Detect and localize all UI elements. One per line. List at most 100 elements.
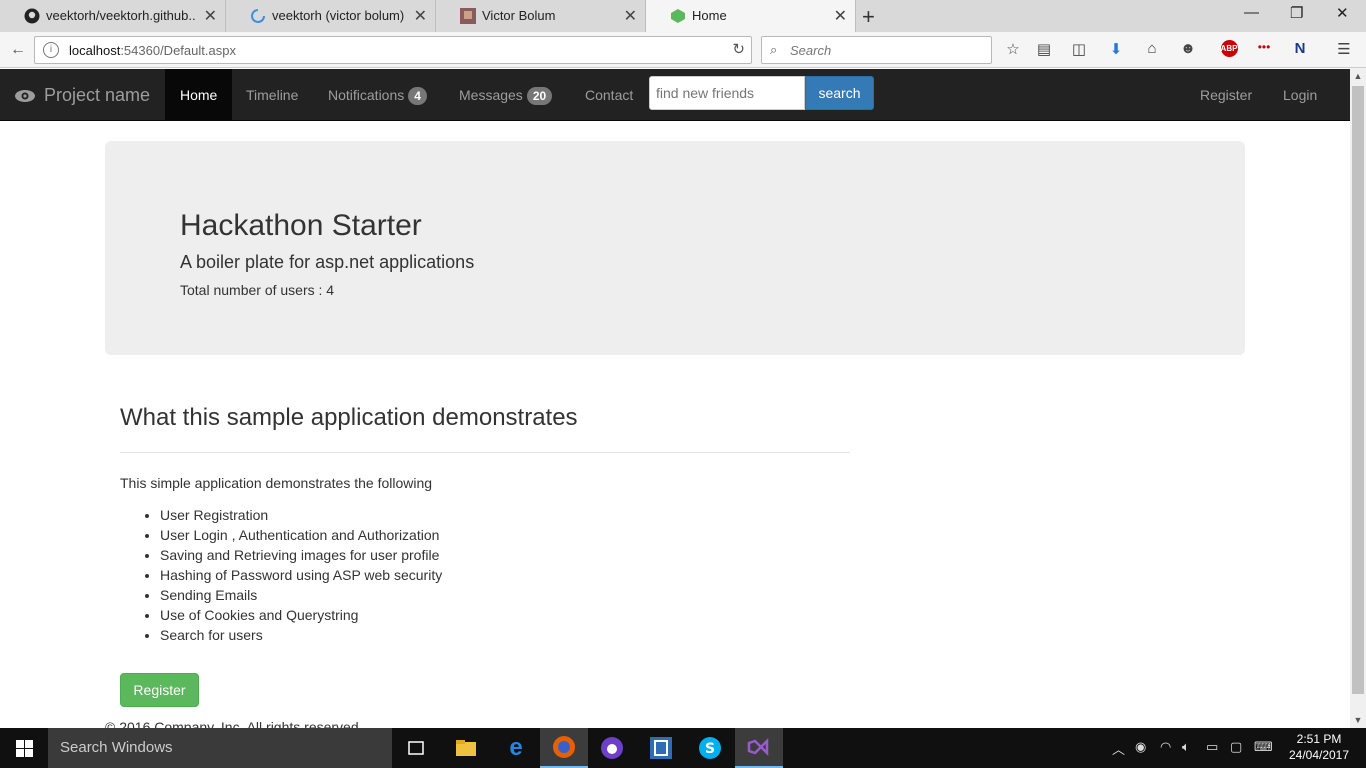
- edge-icon[interactable]: e: [492, 728, 540, 768]
- nav-contact[interactable]: Contact: [570, 69, 648, 121]
- start-button[interactable]: [0, 728, 48, 768]
- windows-icon: [15, 739, 33, 757]
- messages-badge: 20: [526, 87, 553, 106]
- brand-name: Project name: [44, 85, 151, 105]
- feature-list: User Registration User Login , Authentic…: [160, 505, 442, 645]
- svg-text:S: S: [705, 741, 715, 757]
- nav-login[interactable]: Login: [1268, 69, 1332, 121]
- home-icon[interactable]: ⌂: [1142, 40, 1162, 60]
- url-host: localhost: [69, 43, 121, 58]
- clock-date: 24/04/2017: [1288, 748, 1350, 762]
- volume-icon[interactable]: 🔈︎: [1182, 739, 1190, 755]
- list-item: Use of Cookies and Querystring: [160, 605, 442, 625]
- firefox-icon[interactable]: [540, 728, 588, 768]
- nav-notifications-label: Notifications: [328, 87, 405, 103]
- extension-n-icon[interactable]: N: [1290, 40, 1310, 60]
- wifi-icon[interactable]: ◠: [1160, 739, 1171, 755]
- page-subtitle: A boiler plate for asp.net applications: [180, 252, 475, 272]
- find-friends-input[interactable]: [649, 76, 805, 110]
- nav-messages[interactable]: Messages 20: [444, 69, 567, 121]
- pocket-icon[interactable]: ◫: [1069, 40, 1089, 60]
- extension-dots-icon[interactable]: •••: [1254, 40, 1274, 60]
- tab-title: Victor Bolum: [482, 8, 556, 23]
- nav-home[interactable]: Home: [165, 69, 233, 121]
- search-icon: ⌕: [770, 42, 778, 57]
- intro-text: This simple application demonstrates the…: [120, 475, 433, 491]
- address-bar[interactable]: i localhost:54360/Default.aspx ↻: [34, 36, 752, 64]
- eye-icon: [15, 89, 35, 102]
- app-icon[interactable]: [637, 728, 685, 768]
- close-icon[interactable]: ✕: [624, 6, 637, 26]
- section-title: What this sample application demonstrate…: [120, 404, 578, 431]
- back-icon[interactable]: ←: [6, 38, 30, 62]
- tab-title: Home: [692, 8, 727, 23]
- clock-time: 2:51 PM: [1296, 732, 1342, 746]
- reading-list-icon[interactable]: ▤: [1034, 40, 1054, 60]
- skype-icon[interactable]: S: [686, 728, 734, 768]
- browser-toolbar: ← i localhost:54360/Default.aspx ↻ ⌕ Sea…: [0, 32, 1366, 68]
- reload-icon[interactable]: ↻: [732, 40, 745, 58]
- brand[interactable]: Project name: [14, 85, 150, 106]
- github-icon: [24, 8, 40, 24]
- list-item: Sending Emails: [160, 585, 442, 605]
- page-scrollbar[interactable]: ▲ ▼: [1350, 68, 1366, 728]
- github-desktop-icon[interactable]: [588, 728, 636, 768]
- browser-search-field[interactable]: ⌕ Search: [761, 36, 992, 64]
- scroll-up-icon[interactable]: ▲: [1350, 68, 1366, 84]
- browser-tab[interactable]: Victor Bolum ✕: [436, 0, 646, 32]
- download-icon[interactable]: ⬇: [1106, 40, 1126, 60]
- notifications-badge: 4: [408, 87, 427, 106]
- tray-app-icon[interactable]: ◉: [1135, 739, 1146, 755]
- battery-icon[interactable]: ▭: [1206, 739, 1218, 755]
- new-tab-button[interactable]: +: [862, 4, 875, 30]
- jumbotron: Hackathon Starter A boiler plate for asp…: [105, 141, 1245, 355]
- visual-studio-icon[interactable]: [735, 728, 783, 768]
- user-count: Total number of users : 4: [180, 282, 335, 298]
- window-close-icon[interactable]: ✕: [1336, 4, 1349, 22]
- cube-icon: [671, 9, 685, 23]
- tab-title: veektorh (victor bolum): [272, 8, 405, 23]
- list-item: Saving and Retrieving images for user pr…: [160, 545, 442, 565]
- action-center-icon[interactable]: ▢: [1230, 739, 1242, 755]
- menu-icon[interactable]: ☰: [1334, 40, 1354, 60]
- adblock-badge: ABP: [1220, 40, 1238, 57]
- loading-icon: [251, 9, 265, 23]
- scroll-down-icon[interactable]: ▼: [1350, 712, 1366, 728]
- register-button[interactable]: Register: [120, 673, 199, 707]
- task-view-icon[interactable]: [392, 728, 440, 768]
- browser-tab[interactable]: veektorh (victor bolum) ✕: [226, 0, 436, 32]
- site-navbar: Project name Home Timeline Notifications…: [0, 69, 1350, 121]
- list-item: User Login , Authentication and Authoriz…: [160, 525, 442, 545]
- nav-notifications[interactable]: Notifications 4: [313, 69, 442, 121]
- close-icon[interactable]: ✕: [414, 6, 427, 26]
- nav-timeline[interactable]: Timeline: [231, 69, 313, 121]
- nav-register[interactable]: Register: [1185, 69, 1267, 121]
- close-icon[interactable]: ✕: [204, 6, 217, 26]
- tray-chevron-icon[interactable]: ︿: [1112, 739, 1125, 758]
- url-text: localhost:54360/Default.aspx: [69, 43, 236, 58]
- browser-tab-active[interactable]: Home ✕: [646, 0, 856, 32]
- taskbar: Search Windows e S ︿ ◉ ◠ 🔈︎ ▭ ▢ ⌨ 2:51 P…: [0, 728, 1366, 768]
- clock[interactable]: 2:51 PM 24/04/2017: [1288, 731, 1350, 763]
- keyboard-icon[interactable]: ⌨: [1254, 739, 1273, 755]
- browser-search-placeholder: Search: [790, 43, 832, 58]
- close-icon[interactable]: ✕: [834, 6, 847, 26]
- list-item: User Registration: [160, 505, 442, 525]
- bookmark-star-icon[interactable]: ☆: [1003, 40, 1023, 60]
- browser-tab-strip: veektorh/veektorh.github... ✕ veektorh (…: [0, 0, 1366, 32]
- nav-messages-label: Messages: [459, 87, 523, 103]
- url-path: :54360/Default.aspx: [120, 43, 236, 58]
- list-item: Hashing of Password using ASP web securi…: [160, 565, 442, 585]
- browser-tab[interactable]: veektorh/veektorh.github... ✕: [0, 0, 226, 32]
- info-icon[interactable]: i: [43, 42, 59, 58]
- adblock-icon[interactable]: ABP: [1214, 40, 1244, 60]
- search-button[interactable]: search: [805, 76, 874, 110]
- minimize-icon[interactable]: —: [1244, 4, 1259, 21]
- restore-icon[interactable]: ❐: [1290, 4, 1303, 22]
- footer-copyright: © 2016 Company, Inc. All rights reserved…: [105, 719, 363, 728]
- scroll-thumb[interactable]: [1352, 86, 1364, 694]
- file-explorer-icon[interactable]: [442, 728, 490, 768]
- chat-icon[interactable]: ☻: [1178, 40, 1198, 60]
- taskbar-search[interactable]: Search Windows: [48, 728, 392, 768]
- divider: [120, 452, 850, 453]
